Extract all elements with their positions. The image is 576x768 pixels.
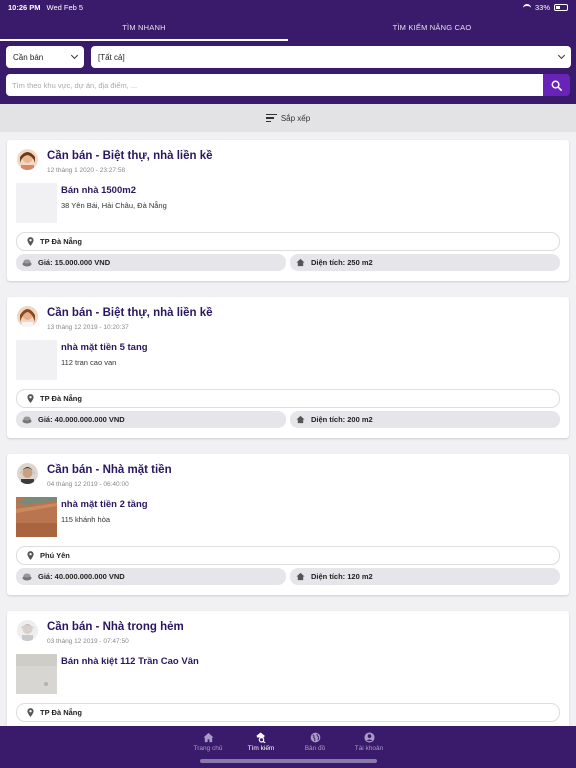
property-name: nhà mặt tiền 5 tang (61, 342, 148, 353)
search-row (6, 74, 570, 96)
location-pin-icon (27, 394, 34, 403)
listing-thumbnail (16, 654, 57, 694)
nav-search[interactable]: Tìm kiếm (231, 732, 291, 752)
filter-area: Cần bán [Tất cả] (0, 41, 576, 104)
listing-date: 12 tháng 1 2020 - 23:27:58 (47, 167, 126, 174)
nav-home-label: Trang chủ (193, 745, 223, 752)
listing-type-value: Cần bán (13, 52, 44, 62)
home-icon (202, 732, 214, 743)
avatar (17, 306, 38, 327)
location-pill: TP Đà Nẵng (16, 232, 560, 251)
location-pin-icon (27, 237, 34, 246)
globe-icon (310, 732, 320, 743)
price-text: Giá: 40.000.000.000 VND (38, 572, 125, 581)
property-name: Bán nhà kiệt 112 Trần Cao Vân (61, 656, 199, 667)
location-pill: TP Đà Nẵng (16, 389, 560, 408)
property-address: 112 tran cao van (61, 358, 117, 367)
listing-card[interactable]: Cần bán - Nhà trong hẻm 03 tháng 12 2019… (7, 611, 569, 726)
tab-advanced-search[interactable]: TÌM KIẾM NÂNG CAO (288, 14, 576, 41)
area-pill: Diện tích: 200 m2 (290, 411, 560, 428)
location-text: TP Đà Nẵng (40, 237, 82, 246)
avatar (17, 463, 38, 484)
listing-title: Cần bán - Biệt thự, nhà liền kề (47, 150, 213, 162)
money-icon (22, 259, 32, 267)
tab-quick-search[interactable]: TÌM NHANH (0, 14, 288, 41)
listing-card[interactable]: Cần bán - Biệt thự, nhà liền kề 12 tháng… (7, 140, 569, 281)
listing-title: Cần bán - Nhà trong hẻm (47, 621, 184, 633)
sort-icon (265, 114, 277, 122)
property-address: 115 khánh hòa (61, 515, 111, 524)
listing-thumbnail (16, 497, 57, 537)
area-pill: Diện tích: 120 m2 (290, 568, 560, 585)
price-pill: Giá: 40.000.000.000 VND (16, 568, 286, 585)
listing-title: Cần bán - Nhà mặt tiền (47, 464, 172, 476)
avatar (17, 620, 38, 641)
status-date: Wed Feb 5 (46, 2, 84, 12)
price-pill: Giá: 40.000.000.000 VND (16, 411, 286, 428)
battery-icon (554, 3, 568, 11)
nav-map-label: Bản đồ (304, 745, 326, 752)
location-pill: Phú Yên (16, 546, 560, 565)
chevron-down-icon (557, 51, 566, 60)
chevron-down-icon (70, 51, 79, 60)
house-icon (296, 258, 305, 267)
money-icon (22, 416, 32, 424)
listing-thumbnail (16, 183, 57, 223)
area-text: Diện tích: 200 m2 (311, 415, 373, 424)
money-icon (22, 573, 32, 581)
price-text: Giá: 40.000.000.000 VND (38, 415, 125, 424)
price-text: Giá: 15.000.000 VND (38, 258, 111, 267)
property-name: nhà mặt tiền 2 tầng (61, 499, 148, 510)
house-icon (296, 572, 305, 581)
account-icon (363, 732, 375, 743)
status-time: 10:26 PM (8, 2, 41, 12)
location-pill: TP Đà Nẵng (16, 703, 560, 722)
listing-date: 13 tháng 12 2019 - 10:20:37 (47, 324, 129, 331)
area-pill: Diện tích: 250 m2 (290, 254, 560, 271)
house-icon (296, 415, 305, 424)
property-address: 38 Yên Bái, Hải Châu, Đà Nẵng (61, 201, 167, 210)
nav-account[interactable]: Tài khoản (339, 732, 399, 752)
location-text: Phú Yên (40, 551, 70, 560)
location-text: TP Đà Nẵng (40, 708, 82, 717)
listing-date: 04 tháng 12 2019 - 06:40:00 (47, 481, 129, 488)
location-pin-icon (27, 551, 34, 560)
battery-percent: 33% (534, 2, 550, 12)
sort-label: Sắp xếp (280, 113, 311, 123)
area-text: Diện tích: 250 m2 (311, 258, 373, 267)
search-home-icon (255, 732, 266, 743)
location-pin-icon (27, 708, 34, 717)
listing-card[interactable]: Cần bán - Biệt thự, nhà liền kề 13 tháng… (7, 297, 569, 438)
price-pill: Giá: 15.000.000 VND (16, 254, 286, 271)
nav-map[interactable]: Bản đồ (285, 732, 345, 752)
area-text: Diện tích: 120 m2 (311, 572, 373, 581)
wifi-icon (522, 4, 531, 10)
home-indicator (200, 759, 377, 763)
search-icon (551, 80, 562, 91)
status-right: 33% (522, 2, 568, 12)
category-value: [Tất cả] (98, 52, 125, 62)
listing-type-select[interactable]: Cần bán (6, 46, 84, 68)
listing-card[interactable]: Cần bán - Nhà mặt tiền 04 tháng 12 2019 … (7, 454, 569, 595)
avatar (17, 149, 38, 170)
listing-list: Cần bán - Biệt thự, nhà liền kề 12 tháng… (0, 132, 576, 726)
nav-account-label: Tài khoản (354, 745, 384, 752)
listing-thumbnail (16, 340, 57, 380)
search-input[interactable] (6, 74, 543, 96)
listing-date: 03 tháng 12 2019 - 07:47:50 (47, 638, 129, 645)
property-name: Bán nhà 1500m2 (61, 185, 136, 196)
sort-button[interactable]: Sắp xếp (0, 104, 576, 132)
search-button[interactable] (543, 74, 570, 96)
search-tabs: TÌM NHANH TÌM KIẾM NÂNG CAO (0, 14, 576, 41)
nav-search-label: Tìm kiếm (247, 745, 275, 752)
nav-home[interactable]: Trang chủ (178, 732, 238, 752)
category-select[interactable]: [Tất cả] (91, 46, 571, 68)
location-text: TP Đà Nẵng (40, 394, 82, 403)
listing-title: Cần bán - Biệt thự, nhà liền kề (47, 307, 213, 319)
status-bar: 10:26 PM Wed Feb 5 33% (0, 0, 576, 14)
